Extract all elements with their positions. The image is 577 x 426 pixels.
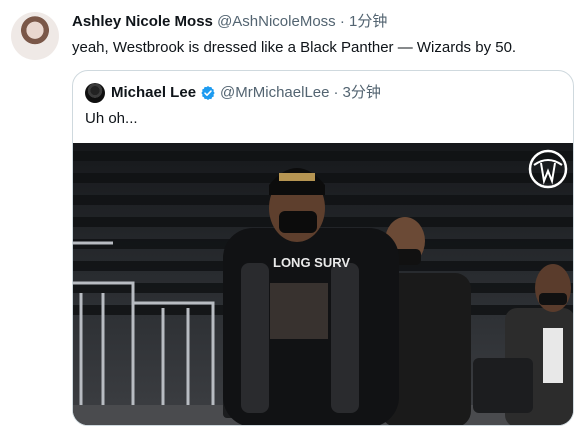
- quoted-tweet-header: Michael Lee @MrMichaelLee · 3分钟: [85, 83, 381, 103]
- quoted-tweet-text: Uh oh...: [85, 110, 138, 127]
- separator-dot: ·: [339, 13, 345, 30]
- quoted-avatar[interactable]: [85, 83, 105, 103]
- photo-illustration: LONG SURV: [73, 143, 573, 425]
- quoted-timestamp[interactable]: 3分钟: [342, 83, 380, 103]
- quoted-tweet-photo[interactable]: LONG SURV: [73, 143, 573, 425]
- avatar[interactable]: [11, 12, 59, 60]
- shirt-text: LONG SURV: [273, 255, 350, 270]
- tweet-header: Ashley Nicole Moss @AshNicoleMoss · 1分钟: [72, 12, 387, 32]
- tweet-text: yeah, Westbrook is dressed like a Black …: [72, 39, 517, 56]
- quoted-separator-dot: ·: [333, 84, 339, 101]
- author-name[interactable]: Ashley Nicole Moss: [72, 13, 213, 30]
- verified-badge-icon: [201, 86, 215, 100]
- quoted-author-name[interactable]: Michael Lee: [111, 83, 196, 103]
- quoted-tweet[interactable]: Michael Lee @MrMichaelLee · 3分钟 Uh oh...: [72, 70, 574, 426]
- author-handle[interactable]: @AshNicoleMoss: [217, 13, 336, 30]
- quoted-author-handle[interactable]: @MrMichaelLee: [220, 83, 329, 103]
- tweet[interactable]: Ashley Nicole Moss @AshNicoleMoss · 1分钟 …: [0, 0, 577, 426]
- timestamp[interactable]: 1分钟: [349, 13, 387, 30]
